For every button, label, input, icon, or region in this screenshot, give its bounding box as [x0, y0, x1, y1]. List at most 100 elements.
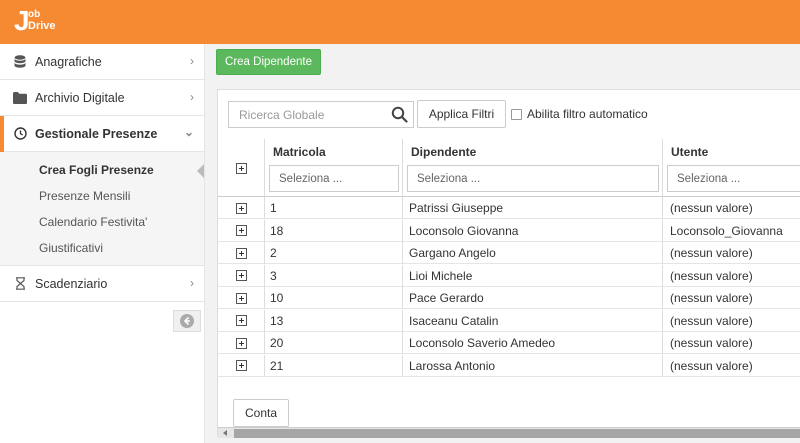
clock-icon — [12, 126, 28, 142]
conta-button[interactable]: Conta — [233, 399, 289, 427]
cell-matricola: 10 — [265, 287, 403, 309]
applica-filtri-button[interactable]: Applica Filtri — [417, 100, 506, 128]
arrow-left-circle-icon — [180, 314, 194, 328]
jobdrive-logo[interactable]: J ob Drive — [14, 6, 56, 38]
column-header-utente[interactable]: Utente Seleziona ... — [663, 139, 800, 197]
logo-line2: Drive — [28, 20, 56, 32]
chevron-down-icon: ⌄ — [183, 125, 194, 139]
cell-matricola: 21 — [265, 354, 403, 377]
expand-row-icon[interactable] — [235, 202, 247, 214]
database-icon — [12, 54, 28, 70]
row-expand-cell — [218, 354, 265, 377]
submenu-item-calendario-festivita[interactable]: Calendario Festivita' — [39, 215, 147, 229]
horizontal-scrollbar[interactable] — [218, 427, 800, 438]
scroll-left-icon[interactable] — [223, 430, 227, 436]
cell-utente: (nessun valore) — [670, 358, 753, 373]
cell-matricola: 2 — [265, 242, 403, 264]
sidebar-item-label: Anagrafiche — [35, 54, 102, 69]
submenu-item-giustificativi[interactable]: Giustificativi — [39, 241, 103, 255]
expand-row-icon[interactable] — [235, 315, 247, 326]
submenu-item-presenze-mensili[interactable]: Presenze Mensili — [39, 189, 130, 203]
chevron-right-icon: › — [190, 276, 194, 290]
dipendente-filter-select[interactable]: Seleziona ... — [407, 165, 659, 192]
expand-row-icon[interactable] — [235, 247, 247, 259]
cell-utente: (nessun valore) — [670, 246, 753, 260]
cell-utente: (nessun valore) — [670, 313, 753, 328]
cell-dipendente: Loconsolo Saverio Amedeo — [403, 332, 663, 354]
expand-row-icon[interactable] — [235, 292, 247, 304]
utente-filter-select[interactable]: Seleziona ... — [667, 165, 800, 192]
sidebar-item-label: Scadenziario — [35, 276, 108, 291]
cell-dipendente: Patrissi Giuseppe — [403, 197, 663, 219]
expand-column-header — [218, 139, 265, 197]
cell-dipendente: Gargano Angelo — [403, 242, 663, 264]
sidebar: Anagrafiche › Archivio Digitale › Gestio… — [0, 44, 205, 443]
table-row[interactable]: 3 Lioi Michele (nessun valore) — [218, 264, 800, 287]
column-header-matricola[interactable]: Matricola Seleziona ... — [265, 139, 403, 197]
expand-row-icon[interactable] — [235, 270, 247, 281]
expand-all-icon[interactable] — [236, 163, 247, 174]
sidebar-item-label: Gestionale Presenze — [35, 126, 158, 141]
chevron-right-icon: › — [190, 90, 194, 104]
cell-matricola: 20 — [265, 332, 403, 354]
row-expand-cell — [218, 264, 265, 287]
submenu-gestionale-presenze: Crea Fogli Presenze Presenze Mensili Cal… — [0, 152, 204, 266]
cell-utente: (nessun valore) — [670, 291, 753, 305]
cell-dipendente: Larossa Antonio — [403, 354, 663, 377]
global-search — [228, 101, 414, 128]
auto-filter-label: Abilita filtro automatico — [527, 107, 648, 121]
cell-utente: (nessun valore) — [670, 268, 753, 283]
cell-utente: (nessun valore) — [670, 336, 753, 350]
auto-filter-checkbox[interactable] — [511, 108, 522, 120]
column-title: Matricola — [273, 145, 326, 159]
sidebar-item-archivio-digitale[interactable]: Archivio Digitale › — [0, 80, 204, 116]
table-row[interactable]: 13 Isaceanu Catalin (nessun valore) — [218, 309, 800, 332]
logo-line1: ob — [28, 9, 41, 20]
cell-dipendente: Pace Gerardo — [403, 287, 663, 309]
column-header-dipendente[interactable]: Dipendente Seleziona ... — [403, 139, 663, 197]
cell-dipendente: Isaceanu Catalin — [403, 309, 663, 332]
cell-matricola: 1 — [265, 197, 403, 219]
folder-icon — [12, 90, 28, 106]
matricola-filter-select[interactable]: Seleziona ... — [269, 165, 399, 192]
sidebar-item-label: Archivio Digitale — [35, 90, 125, 105]
column-title: Dipendente — [411, 145, 477, 159]
sidebar-item-gestionale-presenze[interactable]: Gestionale Presenze ⌄ — [0, 116, 204, 152]
hourglass-icon — [12, 276, 28, 292]
row-expand-cell — [218, 219, 265, 242]
collapse-sidebar-button[interactable] — [173, 310, 201, 332]
scrollbar-thumb[interactable] — [234, 429, 800, 438]
row-expand-cell — [218, 242, 265, 264]
search-icon[interactable] — [391, 106, 408, 123]
main-content: Crea Dipendente Applica Filtri Abilita f… — [205, 44, 800, 443]
submenu-item-crea-fogli-presenze[interactable]: Crea Fogli Presenze — [39, 163, 154, 177]
crea-dipendente-button[interactable]: Crea Dipendente — [216, 49, 321, 75]
table-row[interactable]: 2 Gargano Angelo (nessun valore) — [218, 242, 800, 264]
row-expand-cell — [218, 287, 265, 309]
row-expand-cell — [218, 197, 265, 219]
employees-panel: Applica Filtri Abilita filtro automatico… — [217, 89, 800, 438]
cell-dipendente: Lioi Michele — [403, 264, 663, 287]
top-bar: J ob Drive — [0, 0, 800, 44]
cell-utente: (nessun valore) — [670, 201, 753, 215]
table-row[interactable]: 18 Loconsolo Giovanna Loconsolo_Giovanna — [218, 219, 800, 242]
table-row[interactable]: 1 Patrissi Giuseppe (nessun valore) — [218, 197, 800, 219]
cell-matricola: 18 — [265, 219, 403, 242]
expand-row-icon[interactable] — [235, 225, 247, 236]
sidebar-item-anagrafiche[interactable]: Anagrafiche › — [0, 44, 204, 80]
cell-utente: Loconsolo_Giovanna — [670, 223, 783, 238]
column-title: Utente — [671, 145, 709, 159]
sidebar-item-scadenziario[interactable]: Scadenziario › — [0, 266, 204, 302]
table-row[interactable]: 20 Loconsolo Saverio Amedeo (nessun valore… — [218, 332, 800, 354]
auto-filter-option[interactable]: Abilita filtro automatico — [511, 107, 648, 121]
table-row[interactable]: 21 Larossa Antonio (nessun valore) — [218, 354, 800, 377]
cell-matricola: 13 — [265, 309, 403, 332]
row-expand-cell — [218, 309, 265, 332]
cell-matricola: 3 — [265, 264, 403, 287]
expand-row-icon[interactable] — [235, 337, 247, 349]
global-search-input[interactable] — [229, 102, 389, 127]
cell-dipendente: Loconsolo Giovanna — [403, 219, 663, 242]
table-row[interactable]: 10 Pace Gerardo (nessun valore) — [218, 287, 800, 309]
expand-row-icon[interactable] — [235, 360, 247, 371]
active-submenu-caret — [197, 164, 204, 178]
